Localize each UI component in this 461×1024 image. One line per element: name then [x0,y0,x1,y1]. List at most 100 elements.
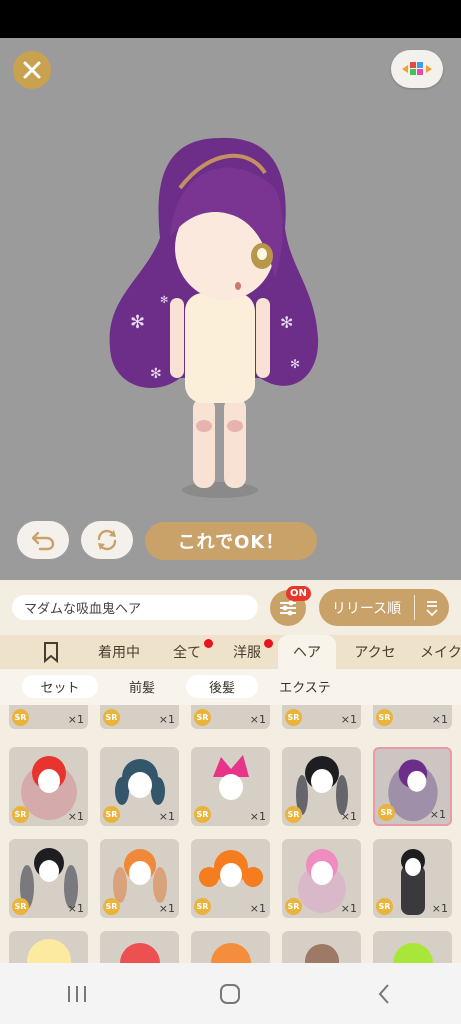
item-count: ×1 [340,713,357,726]
rarity-badge: SR [103,709,120,726]
close-button[interactable] [13,51,51,89]
item-count: ×1 [249,902,266,915]
rarity-badge: SR [376,898,393,915]
svg-text:✻: ✻ [160,295,168,306]
rarity-badge: SR [285,898,302,915]
rarity-badge: SR [12,806,29,823]
item-tile[interactable] [9,931,88,963]
item-count: ×1 [67,902,84,915]
home-button[interactable] [210,974,250,1014]
item-tile[interactable] [191,931,270,963]
tab-clothes-notification-dot [264,639,273,648]
item-tile[interactable]: SR ×1 [191,747,270,826]
item-count: ×1 [340,902,357,915]
dress-up-stage: ✻ ✻ ✻ ✻ ✻ これでOK！ [0,38,461,580]
item-count: ×1 [429,808,446,821]
sort-order-icon [415,599,449,617]
rarity-badge: SR [12,898,29,915]
hair-brown-thumbnail [305,944,339,963]
subtab-set[interactable]: セット [22,675,98,698]
item-tile-selected[interactable]: SR ×1 [373,747,452,826]
home-icon [220,983,241,1004]
tab-makeup[interactable]: メイク [420,635,461,669]
item-tile[interactable]: SR ×1 [191,839,270,918]
undo-button[interactable] [17,521,69,559]
rarity-badge: SR [12,709,29,726]
tab-accessory[interactable]: アクセ [344,635,406,669]
item-tile[interactable]: SR ×1 [9,705,88,729]
svg-text:✻: ✻ [150,366,162,382]
item-tile[interactable]: SR ×1 [373,839,452,918]
tab-hair[interactable]: ヘア [278,635,336,669]
item-count: ×1 [67,810,84,823]
rarity-badge: SR [285,709,302,726]
item-count: ×1 [158,810,175,823]
item-tile[interactable]: SR ×1 [100,747,179,826]
item-tile[interactable]: SR ×1 [9,839,88,918]
hair-lime-thumbnail [393,943,433,963]
palette-icon [402,62,432,75]
recent-apps-button[interactable] [57,974,97,1014]
sliders-icon [280,600,296,616]
color-palette-button[interactable] [391,50,443,88]
filter-on-badge: ON [286,586,311,601]
item-count: ×1 [249,810,266,823]
sort-button[interactable]: リリース順 [319,589,449,626]
subtab-extensions[interactable]: エクステ [270,675,340,698]
tab-bookmark[interactable] [28,635,74,669]
item-tile[interactable] [282,931,361,963]
item-tile[interactable]: SR ×1 [191,705,270,729]
svg-text:✻: ✻ [280,313,293,332]
hair-red-bob-thumbnail [120,943,160,963]
hair-orange-thumbnail [211,943,251,963]
undo-icon [31,531,55,551]
selected-item-name: マダムな吸血鬼ヘア [12,595,258,620]
tab-all-notification-dot [204,639,213,648]
rarity-badge: SR [378,804,395,821]
item-count: ×1 [249,713,266,726]
rarity-badge: SR [103,898,120,915]
back-chevron-icon [378,983,389,1004]
subtab-back-hair[interactable]: 後髪 [186,675,258,698]
item-tile[interactable]: SR ×1 [100,705,179,729]
close-icon [23,61,41,79]
randomize-button[interactable] [81,521,133,559]
sort-label: リリース順 [331,600,402,617]
rarity-badge: SR [194,709,211,726]
bookmark-icon [44,642,58,663]
tab-wearing[interactable]: 着用中 [88,635,150,669]
rarity-badge: SR [194,806,211,823]
item-tile[interactable]: SR ×1 [282,747,361,826]
item-count: ×1 [67,713,84,726]
item-panel: マダムな吸血鬼ヘア ON リリース順 着用中 全て 洋服 ヘア アクセ メイク … [0,580,461,963]
back-button[interactable] [364,974,404,1014]
subtab-bangs[interactable]: 前髪 [110,675,174,698]
hair-subtabs: セット 前髪 後髪 エクステ [0,669,461,705]
character-avatar: ✻ ✻ ✻ ✻ ✻ [109,137,319,498]
item-grid: SR ×1 SR ×1 SR ×1 SR ×1 SR ×1 SR ×1 SR ×… [0,705,461,963]
system-navigation-bar [0,963,461,1024]
recent-apps-icon [67,985,86,1002]
confirm-button[interactable]: これでOK！ [145,522,317,560]
svg-text:✻: ✻ [290,357,300,371]
rarity-badge: SR [376,709,393,726]
status-bar [0,0,461,38]
item-count: ×1 [340,810,357,823]
item-tile[interactable] [373,931,452,963]
item-count: ×1 [158,902,175,915]
rarity-badge: SR [285,806,302,823]
item-count: ×1 [431,713,448,726]
svg-text:✻: ✻ [130,312,145,333]
item-tile[interactable]: SR ×1 [282,705,361,729]
item-tile[interactable]: SR ×1 [373,705,452,729]
item-count: ×1 [158,713,175,726]
item-count: ×1 [431,902,448,915]
category-tabs: 着用中 全て 洋服 ヘア アクセ メイク [0,635,461,669]
item-tile[interactable] [100,931,179,963]
hair-blonde-thumbnail [27,939,71,963]
item-tile[interactable]: SR ×1 [100,839,179,918]
refresh-icon [97,529,117,551]
item-tile[interactable]: SR ×1 [9,747,88,826]
rarity-badge: SR [194,898,211,915]
item-tile[interactable]: SR ×1 [282,839,361,918]
